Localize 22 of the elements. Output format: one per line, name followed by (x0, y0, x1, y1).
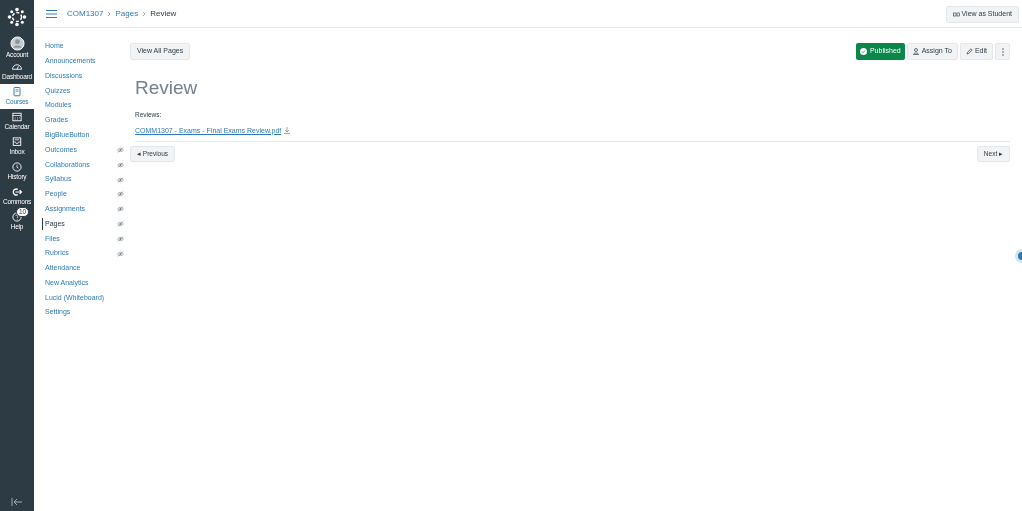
breadcrumb: Review (150, 7, 177, 20)
chevron-icon (107, 10, 112, 17)
breadcrumb[interactable]: Pages (115, 7, 139, 20)
breadcrumb[interactable]: COM1307 (67, 7, 104, 20)
pencil-icon (965, 48, 973, 55)
avatar-icon (9, 36, 25, 51)
collapse-icon[interactable] (11, 497, 23, 507)
menu-icon[interactable] (46, 9, 57, 18)
chevron-icon (142, 10, 147, 17)
page-title: Review (135, 76, 199, 100)
logo-icon[interactable] (7, 7, 27, 27)
clock-icon (11, 161, 23, 173)
kebab-icon (1001, 47, 1004, 56)
dashboard-icon (11, 61, 23, 73)
glasses-icon (952, 11, 960, 17)
download-icon[interactable] (284, 127, 291, 135)
inbox-icon (11, 136, 23, 148)
calendar-icon (11, 111, 23, 123)
check-circle-icon (859, 48, 867, 55)
share-icon (11, 186, 23, 198)
person-icon (912, 48, 920, 55)
book-icon (11, 86, 23, 98)
